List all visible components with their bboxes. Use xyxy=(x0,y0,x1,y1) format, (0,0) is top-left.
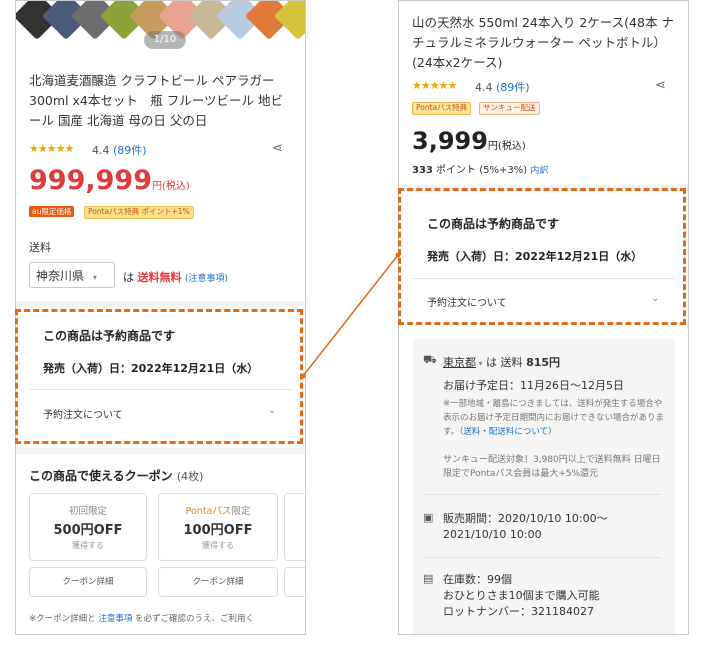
dropdown-caret-icon: ▾ xyxy=(92,273,97,282)
points-breakdown-link[interactable]: 内訳 xyxy=(530,166,548,176)
lot-number: ロットナンバー：321184027 xyxy=(443,605,594,618)
price: 3,999円(税込) xyxy=(412,127,526,155)
coupon-action: 獲得する xyxy=(202,541,234,550)
section-divider xyxy=(16,448,305,454)
free-shipping-text: は 送料無料 (注意事項) xyxy=(123,269,228,285)
product-title: 北海道麦酒醸造 クラフトビール ペアラガー 300ml x4本セット 瓶 フルー… xyxy=(29,73,284,128)
stock-count: 在庫数：99個 xyxy=(443,573,512,586)
connector-line xyxy=(302,254,399,377)
rating-value: 4.4 xyxy=(92,144,110,157)
delivery-date: お届け予定日：11月26日〜12月5日 xyxy=(443,379,624,392)
rating-summary[interactable]: 4.4 (89件) xyxy=(92,142,147,158)
rating-summary[interactable]: 4.4 (89件) xyxy=(475,79,530,95)
rating-stars: ★★★★★ xyxy=(29,142,74,155)
info-divider xyxy=(423,494,661,495)
ponta-badge: Pontaパス特典 xyxy=(412,102,472,115)
truck-icon: ⛟ xyxy=(423,353,437,366)
price: 999,999円(税込) xyxy=(29,165,190,196)
points-line: 333 ポイント (5%+3%) 内訳 xyxy=(412,165,549,176)
share-icon[interactable]: ⋖ xyxy=(655,78,666,93)
coupon-tag: 初回限定 xyxy=(68,506,107,517)
review-count-link[interactable]: (89件) xyxy=(113,144,147,157)
free-shipping-label: 送料無料 xyxy=(137,271,182,284)
terms-link[interactable]: 注意事項 xyxy=(98,614,132,624)
price-value: 3,999 xyxy=(412,127,488,155)
au-limited-badge: au限定価格 xyxy=(29,206,75,217)
product-image-carousel[interactable] xyxy=(16,1,305,59)
coupon-card[interactable]: Pontaパス限定 100円OFF 獲得する xyxy=(158,493,278,561)
coupon-note: ※クーポン詳細と 注意事項 を必ずご確認のうえ、ご利用く xyxy=(29,614,255,624)
prefecture-select[interactable]: 神奈川県 ▾ xyxy=(29,262,115,288)
coupon-title: この商品で使えるクーポン xyxy=(29,469,173,483)
preorder-highlight-box xyxy=(15,309,303,444)
coupon-detail-button-partial[interactable] xyxy=(284,567,305,597)
coupon-detail-button[interactable]: クーポン詳細 xyxy=(29,567,147,597)
price-value: 999,999 xyxy=(29,165,152,196)
share-icon[interactable]: ⋖ xyxy=(272,141,283,156)
section-divider xyxy=(16,301,305,307)
preorder-highlight-box xyxy=(398,188,686,325)
document-icon: ▤ xyxy=(423,572,434,585)
coupon-count: (4枚) xyxy=(176,470,204,483)
review-count-link[interactable]: (89件) xyxy=(496,81,530,94)
price-tax: 円(税込) xyxy=(487,141,526,152)
coupon-card[interactable]: 初回限定 500円OFF 獲得する xyxy=(29,493,147,561)
rating-stars: ★★★★★ xyxy=(412,79,457,92)
shipping-fee-line: 東京都 ▾ は 送料 815円 xyxy=(443,356,561,369)
image-counter: 1/10 xyxy=(144,31,186,49)
purchase-limit: おひとりさま10個まで購入可能 xyxy=(443,589,600,602)
free-prefix: は xyxy=(123,271,134,284)
coupon-card-partial[interactable] xyxy=(284,493,305,561)
thanks-delivery-note[interactable]: サンキュー配送対象！3,980円以上で送料無料 日曜日限定でPontaパス会員は… xyxy=(443,453,665,481)
shipping-note: ※一部地域・離島につきましては、送料が発生する場合や表示のお届け予定日期間内にお… xyxy=(443,399,665,437)
sales-period: 販売期間：2020/10/10 10:00〜 2021/10/10 10:00 xyxy=(443,512,608,541)
shipping-prefecture-select[interactable]: 東京都 xyxy=(443,356,476,369)
coupon-amount: 500円OFF xyxy=(53,523,123,538)
info-divider xyxy=(423,557,661,558)
product-title: 山の天然水 550ml 24本入り 2ケース(48本 ナチュラルミネラルウォータ… xyxy=(412,15,674,70)
points-number: 333 xyxy=(412,165,433,176)
rating-value: 4.4 xyxy=(475,81,493,94)
coupon-amount: 100円OFF xyxy=(183,523,253,538)
coupon-tag: Pontaパス限定 xyxy=(185,506,251,517)
calendar-icon: ▣ xyxy=(423,511,434,524)
price-tax: 円(税込) xyxy=(151,181,190,192)
free-shipping-note-link[interactable]: (注意事項) xyxy=(185,274,228,284)
shipping-fee: 815円 xyxy=(526,356,561,369)
coupon-action: 獲得する xyxy=(72,541,104,550)
coupon-detail-button[interactable]: クーポン詳細 xyxy=(158,567,278,597)
thanks-delivery-badge: サンキュー配送 xyxy=(479,102,540,115)
shipping-label: 送料 xyxy=(29,241,51,254)
coupon-section-title: この商品で使えるクーポン (4枚) xyxy=(29,467,203,484)
ponta-badge: Pontaパス特典 ポイント+1% xyxy=(84,206,194,219)
prefecture-value: 神奈川県 xyxy=(36,269,85,283)
shipping-fee-link[interactable]: （送料・配送料について） xyxy=(459,427,557,437)
